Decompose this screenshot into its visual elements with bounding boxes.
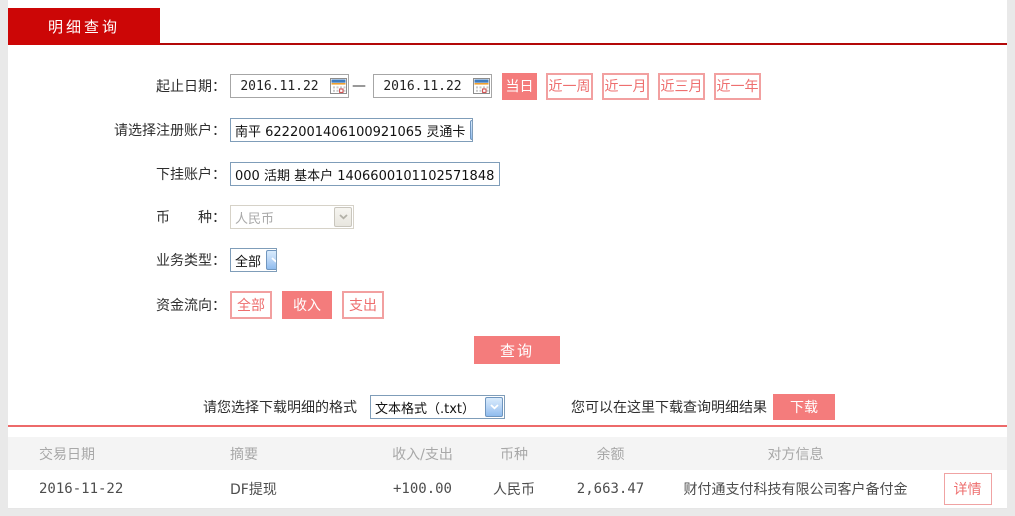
calendar-icon[interactable] — [471, 76, 491, 96]
quick-range-month-button[interactable]: 近一月 — [602, 72, 649, 100]
register-account-select[interactable]: 南平 6222001406100921065 灵通卡 — [230, 118, 473, 142]
start-date-value: 2016.11.22 — [240, 78, 319, 94]
chevron-down-icon[interactable] — [499, 164, 500, 184]
tab-bar: 明细查询 — [8, 0, 1007, 45]
tab-detail-query[interactable]: 明细查询 — [8, 8, 160, 45]
header-currency: 币种 — [470, 437, 558, 470]
date-range-separator: — — [352, 78, 366, 94]
currency-row: 币 种： 人民币 — [8, 205, 1007, 229]
quick-range-week-button[interactable]: 近一周 — [546, 72, 593, 100]
detail-button[interactable]: 详情 — [943, 472, 992, 505]
date-range-label: 起止日期： — [156, 79, 226, 95]
download-hint: 您可以在这里下载查询明细结果 — [571, 400, 767, 416]
fund-flow-expense-button[interactable]: 支出 — [342, 291, 384, 319]
quick-range-year-button[interactable]: 近一年 — [714, 72, 761, 100]
cell-trade-date: 2016-11-22 — [8, 470, 200, 509]
sub-account-select[interactable]: 000 活期 基本户 1406600101102571848 — [230, 162, 500, 186]
download-row: 请您选择下载明细的格式 文本格式（.txt） 您可以在这里下载查询明细结果 下载 — [8, 394, 1007, 420]
business-type-label: 业务类型： — [156, 253, 226, 269]
currency-label: 币 种： — [156, 210, 226, 226]
query-button[interactable]: 查询 — [474, 336, 560, 364]
chevron-down-icon[interactable] — [266, 250, 276, 270]
quick-range-3months-button[interactable]: 近三月 — [658, 72, 705, 100]
header-actions — [928, 437, 1007, 470]
header-trade-date: 交易日期 — [8, 437, 200, 470]
header-balance: 余额 — [558, 437, 663, 470]
fund-flow-all-button[interactable]: 全部 — [230, 291, 272, 319]
fund-flow-income-button[interactable]: 收入 — [282, 291, 332, 319]
start-date-input[interactable]: 2016.11.22 — [230, 74, 349, 98]
business-type-value: 全部 — [235, 254, 262, 270]
date-range-row: 起止日期： 2016.11.22 — 2016.11.22 当日 近一周 近一月… — [8, 72, 1007, 100]
download-format-select[interactable]: 文本格式（.txt） — [370, 395, 505, 419]
calendar-icon[interactable] — [328, 76, 348, 96]
sub-account-row: 下挂账户： 000 活期 基本户 1406600101102571848 — [8, 162, 1007, 186]
header-income-expense: 收入/支出 — [375, 437, 470, 470]
cell-counterparty: 财付通支付科技有限公司客户备付金 — [663, 470, 928, 509]
end-date-input[interactable]: 2016.11.22 — [373, 74, 492, 98]
register-account-row: 请选择注册账户： 南平 6222001406100921065 灵通卡 — [8, 118, 1007, 142]
fund-flow-options: 全部 收入 支出 — [230, 291, 384, 319]
sub-account-label: 下挂账户： — [156, 167, 226, 183]
download-format-value: 文本格式（.txt） — [375, 401, 476, 417]
result-separator-line — [8, 425, 1007, 427]
fund-flow-row: 资金流向： 全部 收入 支出 — [8, 291, 1007, 319]
chevron-down-icon[interactable] — [485, 397, 503, 417]
content-panel: 明细查询 起止日期： 2016.11.22 — 2016.11.22 当日 近一… — [8, 0, 1007, 509]
download-format-label: 请您选择下载明细的格式 — [203, 400, 357, 416]
download-button[interactable]: 下载 — [773, 394, 835, 420]
business-type-select[interactable]: 全部 — [230, 248, 277, 272]
header-summary: 摘要 — [200, 437, 375, 470]
fund-flow-label: 资金流向： — [156, 298, 226, 314]
currency-select: 人民币 — [230, 205, 354, 229]
quick-range-buttons: 当日 近一周 近一月 近三月 近一年 — [502, 72, 761, 100]
cell-balance: 2,663.47 — [558, 470, 663, 509]
chevron-down-icon[interactable] — [470, 120, 472, 140]
register-account-label: 请选择注册账户： — [114, 123, 226, 139]
table-row: 2016-11-22 DF提现 +100.00 人民币 2,663.47 财付通… — [8, 470, 1007, 509]
chevron-down-icon — [334, 207, 352, 227]
header-counterparty: 对方信息 — [663, 437, 928, 470]
currency-value: 人民币 — [235, 211, 275, 227]
cell-amount: +100.00 — [375, 470, 470, 509]
quick-range-today-button[interactable]: 当日 — [502, 72, 537, 100]
page: 明细查询 起止日期： 2016.11.22 — 2016.11.22 当日 近一… — [0, 0, 1015, 516]
register-account-value: 南平 6222001406100921065 灵通卡 — [235, 124, 466, 140]
business-type-row: 业务类型： 全部 — [8, 248, 1007, 272]
end-date-value: 2016.11.22 — [383, 78, 462, 94]
cell-currency: 人民币 — [470, 470, 558, 509]
sub-account-value: 000 活期 基本户 1406600101102571848 — [235, 168, 495, 184]
cell-summary: DF提现 — [200, 470, 375, 509]
table-header-row: 交易日期 摘要 收入/支出 币种 余额 对方信息 — [8, 437, 1007, 470]
result-table: 交易日期 摘要 收入/支出 币种 余额 对方信息 2016-11-22 DF提现… — [8, 437, 1007, 509]
